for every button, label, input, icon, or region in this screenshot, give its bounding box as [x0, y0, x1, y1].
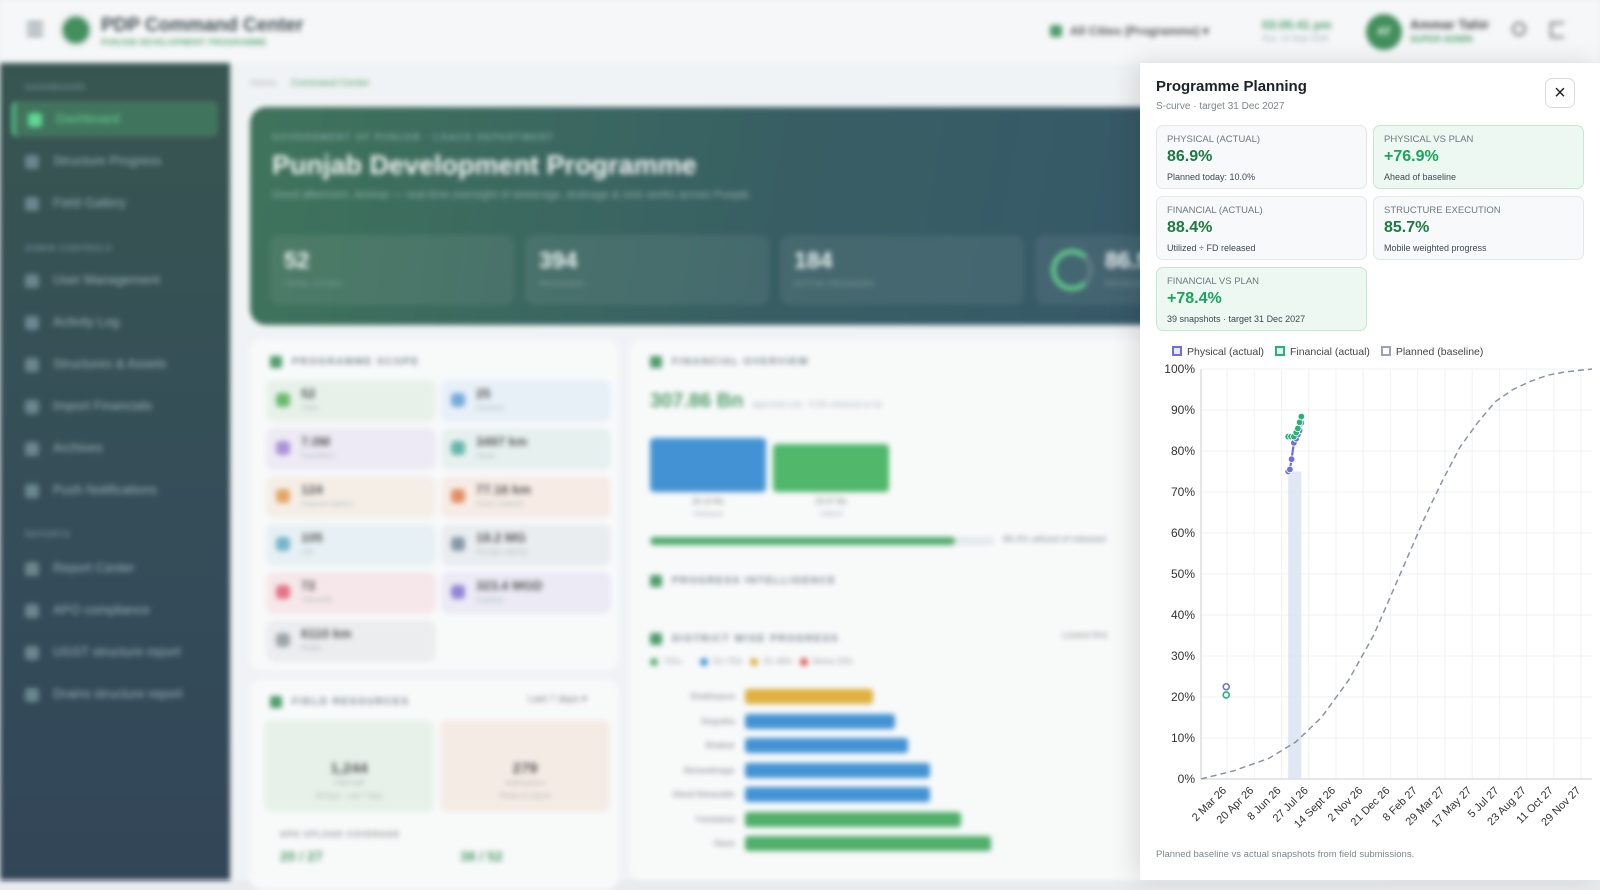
data-point: [1286, 465, 1294, 474]
y-tick-label: 70%: [1171, 485, 1195, 499]
y-tick-label: 10%: [1171, 731, 1195, 745]
y-tick-label: 90%: [1171, 403, 1195, 417]
y-tick-label: 80%: [1171, 444, 1195, 458]
y-tick-label: 60%: [1171, 526, 1195, 540]
chart-grid: [1201, 368, 1592, 780]
y-tick-label: 100%: [1164, 362, 1195, 376]
y-tick-label: 50%: [1171, 567, 1195, 581]
data-point: [1297, 412, 1306, 421]
data-point: [1222, 682, 1231, 691]
chart-footnote: Planned baseline vs actual snapshots fro…: [1156, 849, 1415, 860]
y-tick-label: 40%: [1171, 608, 1195, 622]
programme-planning-panel: Programme Planning S-curve · target 31 D…: [1140, 63, 1600, 880]
y-tick-label: 20%: [1171, 690, 1195, 704]
y-tick-label: 30%: [1171, 649, 1195, 663]
data-point: [1222, 691, 1231, 699]
data-point: [1294, 424, 1302, 433]
s-curve-chart: 0%10%20%30%40%50%60%70%80%90%100%2 Mar 2…: [1164, 362, 1593, 831]
data-point: [1287, 455, 1296, 463]
y-tick-label: 0%: [1178, 772, 1196, 786]
actual-range-band: [1288, 471, 1302, 779]
